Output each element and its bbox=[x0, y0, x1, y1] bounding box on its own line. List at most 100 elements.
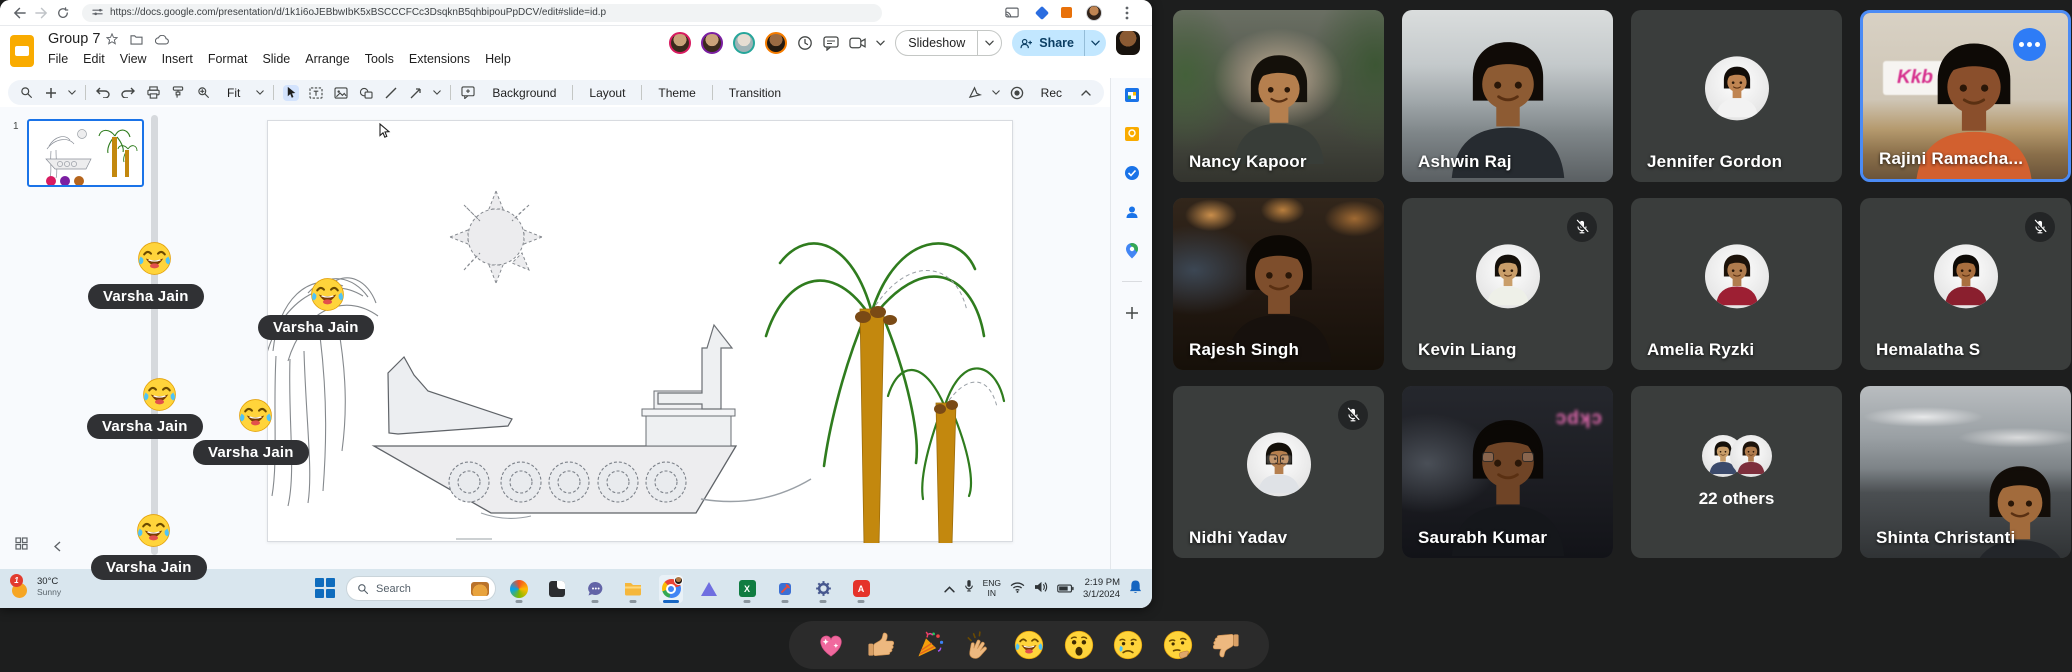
menu-slide[interactable]: Slide bbox=[262, 52, 290, 66]
menu-tools[interactable]: Tools bbox=[365, 52, 394, 66]
menu-format[interactable]: Format bbox=[208, 52, 248, 66]
chrome-icon[interactable] bbox=[659, 575, 683, 603]
excel-icon[interactable]: X bbox=[735, 575, 759, 603]
paint-format-icon[interactable] bbox=[170, 85, 186, 101]
insert-line-icon[interactable] bbox=[383, 85, 399, 101]
layout-button[interactable]: Layout bbox=[582, 86, 632, 100]
keep-icon[interactable] bbox=[1123, 125, 1140, 142]
notification-bell-icon[interactable] bbox=[1129, 579, 1142, 599]
theme-button[interactable]: Theme bbox=[651, 86, 702, 100]
participant-tile-shinta[interactable]: Shinta Christanti bbox=[1860, 386, 2071, 558]
collaborator-avatar[interactable] bbox=[733, 32, 755, 54]
party-popper-icon[interactable] bbox=[914, 629, 946, 661]
maps-icon[interactable] bbox=[1123, 242, 1140, 259]
document-title[interactable]: Group 7 bbox=[48, 31, 100, 47]
record-icon[interactable] bbox=[1009, 85, 1025, 101]
cast-icon[interactable] bbox=[1001, 4, 1023, 22]
chat-icon[interactable] bbox=[583, 575, 607, 603]
forward-icon[interactable] bbox=[30, 4, 52, 22]
meet-camera-icon[interactable] bbox=[849, 37, 866, 49]
wifi-icon[interactable] bbox=[1010, 580, 1025, 598]
tears-of-joy-icon[interactable] bbox=[1013, 629, 1045, 661]
account-avatar[interactable] bbox=[1116, 31, 1140, 55]
menu-insert[interactable]: Insert bbox=[162, 52, 193, 66]
text-box-icon[interactable] bbox=[308, 85, 324, 101]
menu-extensions[interactable]: Extensions bbox=[409, 52, 470, 66]
drive-triangle-icon[interactable] bbox=[697, 575, 721, 603]
select-cursor-icon[interactable] bbox=[283, 85, 299, 101]
calendar-icon[interactable] bbox=[1123, 86, 1140, 103]
sad-tear-face-icon[interactable] bbox=[1112, 629, 1144, 661]
transition-button[interactable]: Transition bbox=[722, 86, 788, 100]
background-button[interactable]: Background bbox=[485, 86, 563, 100]
settings-gear-icon[interactable] bbox=[811, 575, 835, 603]
undo-icon[interactable] bbox=[95, 85, 111, 101]
participant-tile-hemalatha[interactable]: Hemalatha S bbox=[1860, 198, 2071, 370]
insert-image-icon[interactable] bbox=[333, 85, 349, 101]
thinking-face-icon[interactable] bbox=[1162, 629, 1194, 661]
collapse-filmstrip-icon[interactable] bbox=[54, 539, 61, 557]
tray-chevron-icon[interactable] bbox=[944, 580, 955, 598]
add-icon[interactable] bbox=[43, 85, 59, 101]
redo-icon[interactable] bbox=[120, 85, 136, 101]
participant-tile-rajesh[interactable]: Rajesh Singh bbox=[1173, 198, 1384, 370]
slideshow-button[interactable]: Slideshow bbox=[895, 30, 1002, 56]
tasks-icon[interactable] bbox=[1123, 164, 1140, 181]
grid-view-icon[interactable] bbox=[15, 537, 28, 555]
print-icon[interactable] bbox=[145, 85, 161, 101]
contacts-icon[interactable] bbox=[1123, 203, 1140, 220]
tray-mic-icon[interactable] bbox=[964, 579, 974, 598]
back-icon[interactable] bbox=[8, 4, 30, 22]
comment-history-icon[interactable] bbox=[823, 36, 839, 51]
weather-widget[interactable]: 1 30°C Sunny bbox=[10, 574, 61, 600]
star-icon[interactable] bbox=[106, 32, 118, 50]
battery-icon[interactable] bbox=[1057, 580, 1074, 598]
plus-icon[interactable] bbox=[1123, 304, 1140, 321]
version-history-icon[interactable] bbox=[797, 35, 813, 51]
rec-label[interactable]: Rec bbox=[1034, 86, 1069, 100]
copilot-icon[interactable] bbox=[507, 575, 531, 603]
start-button[interactable] bbox=[315, 578, 336, 599]
astonished-face-icon[interactable] bbox=[1063, 629, 1095, 661]
clock[interactable]: 2:19 PM 3/1/2024 bbox=[1083, 577, 1120, 601]
meet-dropdown-icon[interactable] bbox=[876, 40, 885, 46]
collaborator-avatar[interactable] bbox=[701, 32, 723, 54]
address-bar[interactable]: https://docs.google.com/presentation/d/1… bbox=[82, 4, 882, 22]
filmstrip-scrollbar[interactable] bbox=[151, 115, 158, 555]
zoom-icon[interactable] bbox=[18, 85, 34, 101]
menu-kebab-icon[interactable] bbox=[1116, 4, 1138, 22]
slide-thumbnail[interactable] bbox=[27, 119, 144, 187]
extension-diamond-icon[interactable] bbox=[1035, 5, 1049, 19]
menu-edit[interactable]: Edit bbox=[83, 52, 105, 66]
menu-view[interactable]: View bbox=[120, 52, 147, 66]
volume-icon[interactable] bbox=[1034, 580, 1048, 598]
zoom-fit-label[interactable]: Fit bbox=[220, 86, 247, 100]
menu-file[interactable]: File bbox=[48, 52, 68, 66]
site-info-icon[interactable] bbox=[92, 4, 103, 22]
add-comment-icon[interactable] bbox=[460, 85, 476, 101]
pdf-icon[interactable]: A bbox=[849, 575, 873, 603]
thumbs-down-icon[interactable] bbox=[1211, 629, 1243, 661]
share-dropdown[interactable] bbox=[1084, 30, 1106, 56]
language-indicator[interactable]: ENG IN bbox=[983, 579, 1001, 598]
laser-pointer-icon[interactable] bbox=[967, 85, 983, 101]
sparkling-heart-icon[interactable] bbox=[815, 629, 847, 661]
participant-tile-rajini[interactable]: Kkb Rajini Ramacha... bbox=[1860, 10, 2071, 182]
menu-arrange[interactable]: Arrange bbox=[305, 52, 349, 66]
participant-tile-kevin[interactable]: Kevin Liang bbox=[1402, 198, 1613, 370]
browser-profile-avatar[interactable] bbox=[1086, 5, 1102, 21]
cloud-status-icon[interactable] bbox=[155, 32, 169, 50]
collaborator-avatar[interactable] bbox=[765, 32, 787, 54]
extension-square-icon[interactable] bbox=[1061, 7, 1072, 18]
insert-arrow-icon[interactable] bbox=[408, 85, 424, 101]
refresh-icon[interactable] bbox=[52, 4, 74, 22]
snap-square-icon[interactable] bbox=[545, 575, 569, 603]
participant-tile-jennifer[interactable]: Jennifer Gordon bbox=[1631, 10, 1842, 182]
file-explorer-icon[interactable] bbox=[621, 575, 645, 603]
participant-tile-nidhi[interactable]: Nidhi Yadav bbox=[1173, 386, 1384, 558]
fit-dropdown-icon[interactable] bbox=[256, 88, 264, 97]
picker-icon[interactable] bbox=[773, 575, 797, 603]
insert-shape-icon[interactable] bbox=[358, 85, 374, 101]
more-options-button[interactable] bbox=[2013, 28, 2046, 61]
participant-tile-others[interactable]: 22 others bbox=[1631, 386, 1842, 558]
